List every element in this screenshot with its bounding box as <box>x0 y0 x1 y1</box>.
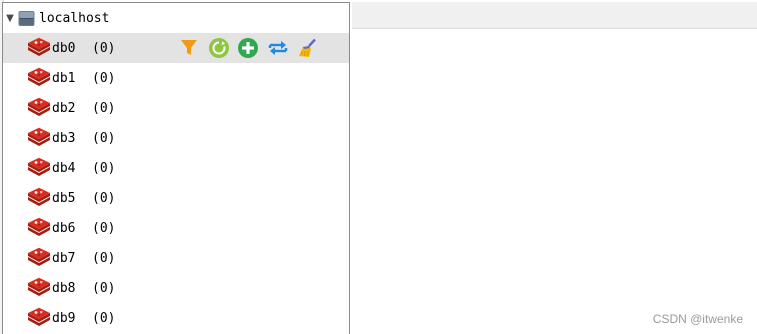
db-label: db0 <box>52 40 76 56</box>
db-node[interactable]: db3 (0) <box>3 123 349 153</box>
app-window: ▼ localhost db0 (0) db1 (0) db2 (0) db3 (0) db4 (… <box>0 0 757 334</box>
db-label: db9 <box>52 310 76 326</box>
redis-db-icon <box>27 37 51 59</box>
filter-icon[interactable] <box>178 37 200 59</box>
redis-db-icon <box>27 97 51 119</box>
db-node[interactable]: db8 (0) <box>3 273 349 303</box>
connection-tree: ▼ localhost db0 (0) db1 (0) db2 (0) db3 (0) db4 (… <box>2 2 350 334</box>
redis-db-icon <box>27 217 51 239</box>
db-key-count: (0) <box>92 40 116 56</box>
db-node[interactable]: db0 (0) <box>3 33 349 63</box>
db-row-actions <box>178 37 326 59</box>
redis-db-icon <box>27 157 51 179</box>
redis-db-icon <box>27 307 51 329</box>
db-key-count: (0) <box>92 100 116 116</box>
db-key-count: (0) <box>92 280 116 296</box>
content-tab-bar <box>352 2 757 29</box>
clear-icon[interactable] <box>296 37 318 59</box>
db-label: db8 <box>52 280 76 296</box>
db-key-count: (0) <box>92 70 116 86</box>
db-node[interactable]: db9 (0) <box>3 303 349 333</box>
redis-db-icon <box>27 277 51 299</box>
db-key-count: (0) <box>92 220 116 236</box>
flush-icon[interactable] <box>267 37 289 59</box>
collapse-arrow-icon[interactable]: ▼ <box>4 13 16 24</box>
db-label: db4 <box>52 160 76 176</box>
db-label: db1 <box>52 70 76 86</box>
db-label: db2 <box>52 100 76 116</box>
host-label: localhost <box>39 10 110 26</box>
host-node[interactable]: ▼ localhost <box>3 3 349 33</box>
db-node[interactable]: db5 (0) <box>3 183 349 213</box>
add-key-icon[interactable] <box>237 37 259 59</box>
db-node[interactable]: db1 (0) <box>3 63 349 93</box>
db-label: db5 <box>52 190 76 206</box>
content-pane <box>352 29 757 334</box>
db-label: db3 <box>52 130 76 146</box>
db-key-count: (0) <box>92 130 116 146</box>
server-icon <box>18 10 35 27</box>
redis-db-icon <box>27 187 51 209</box>
db-node[interactable]: db2 (0) <box>3 93 349 123</box>
redis-db-icon <box>27 247 51 269</box>
db-key-count: (0) <box>92 160 116 176</box>
db-label: db6 <box>52 220 76 236</box>
db-key-count: (0) <box>92 190 116 206</box>
db-node[interactable]: db6 (0) <box>3 213 349 243</box>
reload-icon[interactable] <box>208 37 230 59</box>
db-key-count: (0) <box>92 310 116 326</box>
db-node[interactable]: db4 (0) <box>3 153 349 183</box>
db-node[interactable]: db7 (0) <box>3 243 349 273</box>
redis-db-icon <box>27 127 51 149</box>
db-label: db7 <box>52 250 76 266</box>
watermark: CSDN @itwenke <box>652 312 743 326</box>
redis-db-icon <box>27 67 51 89</box>
db-key-count: (0) <box>92 250 116 266</box>
